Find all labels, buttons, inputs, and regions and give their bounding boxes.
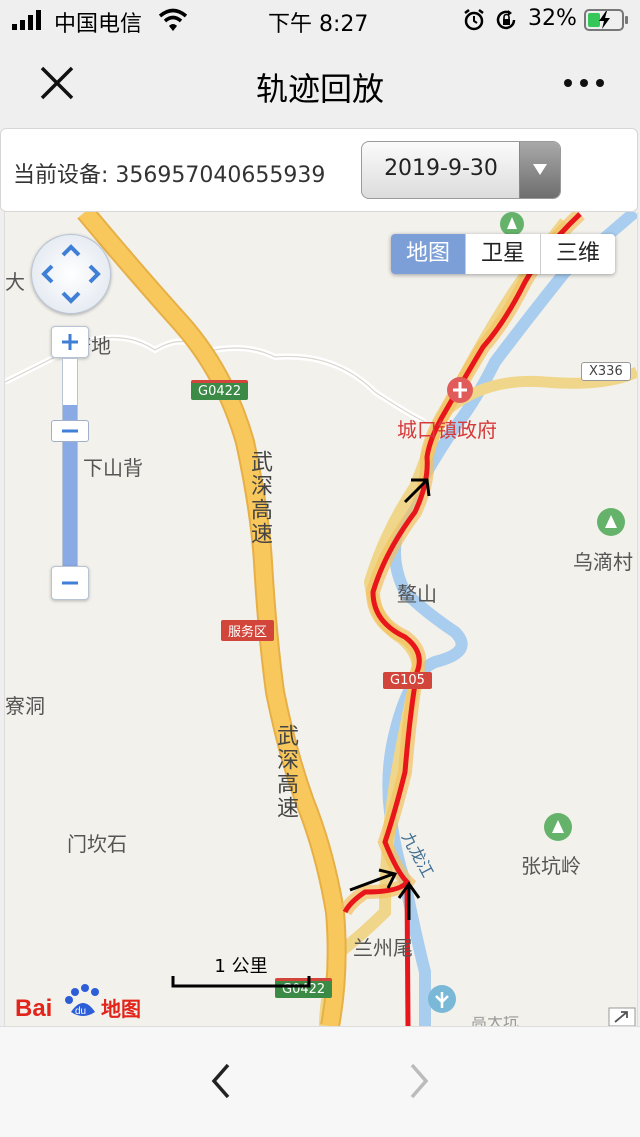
map-type-3d-button[interactable]: 三维 [541, 234, 615, 274]
chevron-right-icon[interactable] [402, 1061, 436, 1101]
date-select[interactable]: 2019-9-30 [361, 141, 561, 199]
signal-icon [12, 10, 41, 30]
scale-bar: 1 公里 [171, 952, 311, 992]
bottom-toolbar [0, 1026, 640, 1137]
svg-text:Bai: Bai [15, 995, 52, 1022]
map-type-normal-button[interactable]: 地图 [391, 234, 466, 274]
pan-down-icon [61, 291, 81, 304]
more-options-icon[interactable] [560, 62, 608, 104]
selected-date: 2019-9-30 [384, 156, 498, 181]
map-label-poi: 城口镇政府 [397, 418, 497, 442]
map-label-highway: 武深高速 [247, 450, 272, 546]
scale-label: 1 公里 [214, 956, 268, 977]
road-shield: X336 [581, 362, 631, 381]
zoom-slider-handle[interactable] [51, 420, 89, 442]
pan-right-icon [88, 264, 101, 284]
pan-control[interactable] [31, 234, 111, 314]
pan-left-icon [41, 264, 54, 284]
map-view[interactable]: 大 塘地 下山背 城口镇政府 乌滴村 鳌山 寮洞 门坎石 张坑岭 兰州尾 武深高… [4, 212, 638, 1026]
map-label: 高大坑 [471, 1016, 520, 1026]
map-label: 兰州尾 [353, 936, 413, 960]
device-panel: 当前设备: 356957040655939 2019-9-30 [0, 128, 638, 212]
map-label: 下山背 [83, 456, 143, 480]
svg-text:地图: 地图 [101, 997, 141, 1021]
map-label: 大 [5, 270, 25, 294]
alarm-icon [464, 9, 484, 31]
map-label-highway: 武深高速 [273, 724, 298, 820]
zoom-out-button[interactable] [51, 566, 89, 600]
chevron-left-icon[interactable] [204, 1061, 238, 1101]
map-label: 张坑岭 [521, 854, 581, 878]
dropdown-arrow-icon[interactable] [519, 142, 560, 198]
status-time: 下午 8:27 [268, 12, 369, 37]
baidu-map-logo: Bai du 地图 [15, 984, 141, 1022]
zoom-in-button[interactable] [51, 326, 89, 358]
current-device-label: 当前设备: 356957040655939 [13, 163, 326, 188]
service-area-badge: 服务区 [221, 620, 275, 641]
map-label: 寮洞 [5, 694, 45, 718]
battery-charging-icon [584, 9, 628, 31]
page-title: 轨迹回放 [255, 70, 384, 108]
carrier-name: 中国电信 [54, 12, 143, 37]
map-type-satellite-button[interactable]: 卫星 [466, 234, 541, 274]
road-shield: G0422 [191, 380, 249, 400]
wifi-icon [158, 8, 188, 31]
rotation-lock-icon [496, 10, 516, 30]
map-type-control: 地图 卫星 三维 [391, 234, 615, 274]
battery-percent: 32% [528, 6, 577, 31]
map-label: 鳌山 [397, 582, 437, 606]
svg-text:du: du [75, 1006, 86, 1017]
map-label: 门坎石 [67, 832, 127, 856]
zoom-track[interactable] [62, 358, 78, 568]
pan-up-icon [61, 244, 81, 257]
map-label: 乌滴村 [573, 550, 633, 574]
nav-bar: 轨迹回放 [0, 40, 640, 128]
road-shield: G105 [383, 672, 432, 689]
status-bar: 中国电信 下午 8:27 32% [0, 0, 640, 40]
